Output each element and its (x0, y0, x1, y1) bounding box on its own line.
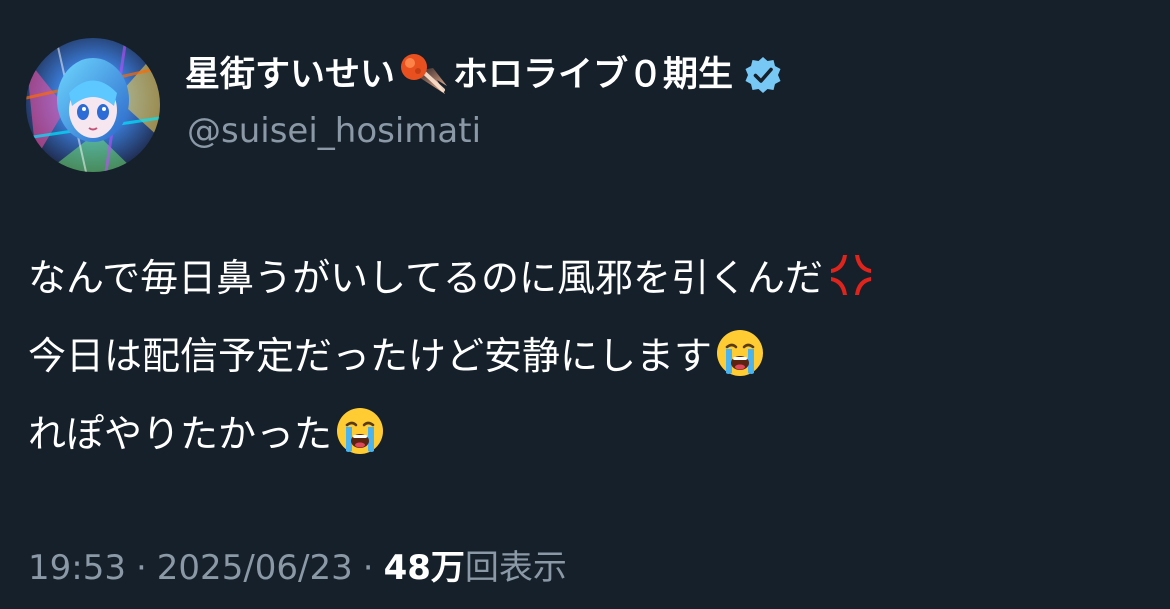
loudly-crying-face-emoji-icon (714, 327, 766, 379)
tweet-line-2: 今日は配信予定だったけど安静にします (28, 334, 713, 378)
tweet-text-line: なんで毎日鼻うがいしてるのに風邪を引くんだ (28, 248, 1148, 308)
tweet-text-line: れぽやりたかった (28, 404, 1148, 464)
loudly-crying-face-emoji-icon (334, 405, 386, 457)
views-count[interactable]: 48万 (384, 548, 465, 588)
anger-symbol-emoji-icon (825, 249, 877, 301)
tweet-line-3: れぽやりたかった (28, 412, 333, 456)
tweet-text-line: 今日は配信予定だったけど安静にします (28, 326, 1148, 386)
tweet-time[interactable]: 19:53 (28, 548, 126, 588)
verified-badge-icon[interactable] (743, 55, 783, 95)
user-handle[interactable]: @suisei_hosimati (187, 108, 481, 154)
views-label: 回表示 (464, 548, 567, 588)
meta-separator: · (135, 548, 147, 588)
tweet-date[interactable]: 2025/06/23 (157, 548, 353, 588)
display-name-part2: ホロライブ０期生 (453, 55, 734, 95)
tweet-card: 星街すいせい ホロライブ０期生 @suisei_hosimati なんで毎日鼻う… (0, 0, 1170, 609)
display-name[interactable]: 星街すいせい ホロライブ０期生 (185, 50, 783, 100)
comet-icon (397, 50, 451, 100)
display-name-part1: 星街すいせい (185, 55, 396, 95)
avatar[interactable] (26, 38, 160, 172)
avatar-image (26, 38, 160, 172)
tweet-line-1: なんで毎日鼻うがいしてるのに風邪を引くんだ (28, 256, 823, 300)
meta-separator: · (362, 548, 374, 588)
tweet-meta: 19:53 · 2025/06/23 · 48万回表示 (28, 540, 567, 596)
